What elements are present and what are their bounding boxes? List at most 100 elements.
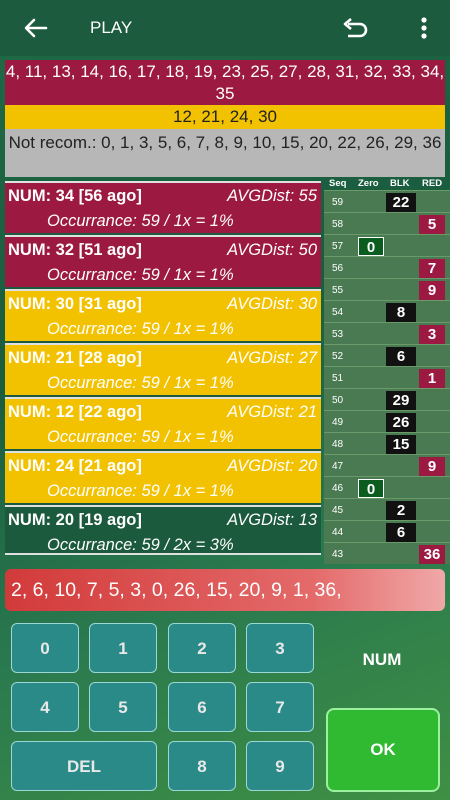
card-avg-dist: AVGDist: 21 xyxy=(227,403,317,421)
key-5[interactable]: 5 xyxy=(89,682,157,732)
table-row: 57 0 xyxy=(324,234,450,256)
row-black-cell: 26 xyxy=(386,413,416,432)
col-header-red: RED xyxy=(422,178,443,189)
row-seq: 43 xyxy=(332,549,344,560)
table-row: 51 1 xyxy=(324,366,450,388)
spin-history-table[interactable]: Seq Zero BLK RED 59 22 58 5 57 0 56 7 55 9 54 8 53 3 5… xyxy=(324,176,450,566)
key-0[interactable]: 0 xyxy=(11,623,79,673)
table-row: 47 9 xyxy=(324,454,450,476)
more-vert-icon[interactable] xyxy=(414,14,434,42)
table-row: 53 3 xyxy=(324,322,450,344)
card-num: - xyxy=(105,549,111,555)
arrow-left-icon[interactable] xyxy=(22,14,50,42)
table-row: 56 7 xyxy=(324,256,450,278)
card-avg-dist: AVGDist: 20 xyxy=(227,457,317,475)
page-title: PLAY xyxy=(90,18,133,37)
card-occurrence: Occurrance: 59 / 1x = 1% xyxy=(47,482,234,500)
row-black-cell: 6 xyxy=(386,523,416,542)
key-4[interactable]: 4 xyxy=(11,682,79,732)
card-occurrence: Occurrance: 59 / 1x = 1% xyxy=(47,374,234,392)
row-black-cell: 8 xyxy=(386,303,416,322)
key-2[interactable]: 2 xyxy=(168,623,236,673)
col-header-zero: Zero xyxy=(358,178,379,189)
row-seq: 50 xyxy=(332,395,344,406)
number-card: - xyxy=(5,549,321,555)
card-num: NUM: 34 [56 ago] xyxy=(8,187,142,205)
card-occurrence: Occurrance: 59 / 1x = 1% xyxy=(47,320,234,338)
card-num: NUM: 32 [51 ago] xyxy=(8,241,142,259)
row-seq: 46 xyxy=(332,483,344,494)
table-row: 50 29 xyxy=(324,388,450,410)
num-input-display: NUM xyxy=(362,650,402,669)
table-row: 44 6 xyxy=(324,520,450,542)
row-black-cell: 2 xyxy=(386,501,416,520)
row-seq: 56 xyxy=(332,263,344,274)
row-red-cell: 5 xyxy=(419,215,445,234)
card-occurrence: Occurrance: 59 / 1x = 1% xyxy=(47,266,234,284)
row-red-cell: 1 xyxy=(419,369,445,388)
card-avg-dist: AVGDist: 55 xyxy=(227,187,317,205)
table-row: 49 26 xyxy=(324,410,450,432)
row-black-cell: 22 xyxy=(386,193,416,212)
recent-numbers-strip[interactable]: 2, 6, 10, 7, 5, 3, 0, 26, 15, 20, 9, 1, … xyxy=(5,569,445,611)
row-seq: 58 xyxy=(332,219,344,230)
card-avg-dist: AVGDist: 50 xyxy=(227,241,317,259)
number-card: NUM: 30 [31 ago] AVGDist: 30 Occurrance:… xyxy=(5,289,321,341)
card-num: NUM: 21 [28 ago] xyxy=(8,349,142,367)
key-6[interactable]: 6 xyxy=(168,682,236,732)
card-num: NUM: 20 [19 ago] xyxy=(8,511,142,529)
row-zero-cell: 0 xyxy=(358,479,384,498)
row-red-cell: 7 xyxy=(419,259,445,278)
card-avg-dist: AVGDist: 30 xyxy=(227,295,317,313)
row-red-cell: 9 xyxy=(419,457,445,476)
row-red-cell: 36 xyxy=(419,545,445,564)
number-card: NUM: 24 [21 ago] AVGDist: 20 Occurrance:… xyxy=(5,451,321,503)
row-black-cell: 6 xyxy=(386,347,416,366)
row-black-cell: 29 xyxy=(386,391,416,410)
delete-button[interactable]: DEL xyxy=(11,741,157,791)
card-occurrence: Occurrance: 59 / 1x = 1% xyxy=(47,212,234,230)
key-3[interactable]: 3 xyxy=(246,623,314,673)
table-row: 58 5 xyxy=(324,212,450,234)
row-seq: 53 xyxy=(332,329,344,340)
row-seq: 55 xyxy=(332,285,344,296)
row-red-cell: 9 xyxy=(419,281,445,300)
undo-icon[interactable] xyxy=(340,14,370,42)
number-card: NUM: 34 [56 ago] AVGDist: 55 Occurrance:… xyxy=(5,181,321,233)
ok-button[interactable]: OK xyxy=(326,708,440,792)
number-cards-list[interactable]: NUM: 34 [56 ago] AVGDist: 55 Occurrance:… xyxy=(5,181,321,555)
card-occurrence: Occurrance: 59 / 1x = 1% xyxy=(47,428,234,446)
card-avg-dist: AVGDist: 13 xyxy=(227,511,317,529)
row-seq: 45 xyxy=(332,505,344,516)
recommended-yellow-band: 12, 21, 24, 30 xyxy=(5,105,445,129)
row-seq: 47 xyxy=(332,461,344,472)
number-card: NUM: 32 [51 ago] AVGDist: 50 Occurrance:… xyxy=(5,235,321,287)
number-card: NUM: 21 [28 ago] AVGDist: 27 Occurrance:… xyxy=(5,343,321,395)
row-seq: 48 xyxy=(332,439,344,450)
row-seq: 52 xyxy=(332,351,344,362)
key-1[interactable]: 1 xyxy=(89,623,157,673)
card-num: NUM: 12 [22 ago] xyxy=(8,403,142,421)
card-num: NUM: 30 [31 ago] xyxy=(8,295,142,313)
row-seq: 59 xyxy=(332,197,344,208)
table-row: 54 8 xyxy=(324,300,450,322)
recommended-red-band: 4, 11, 13, 14, 16, 17, 18, 19, 23, 25, 2… xyxy=(5,60,445,105)
row-zero-cell: 0 xyxy=(358,237,384,256)
top-app-bar: PLAY xyxy=(0,0,450,56)
number-card: NUM: 20 [19 ago] AVGDist: 13 Occurrance:… xyxy=(5,505,321,555)
table-row: 45 2 xyxy=(324,498,450,520)
key-7[interactable]: 7 xyxy=(246,682,314,732)
table-header: Seq Zero BLK RED xyxy=(324,176,450,191)
table-row: 59 22 xyxy=(324,190,450,212)
col-header-seq: Seq xyxy=(329,178,347,189)
number-card: NUM: 12 [22 ago] AVGDist: 21 Occurrance:… xyxy=(5,397,321,449)
col-header-blk: BLK xyxy=(390,178,410,189)
row-red-cell: 3 xyxy=(419,325,445,344)
row-seq: 44 xyxy=(332,527,344,538)
table-row: 55 9 xyxy=(324,278,450,300)
table-row: 46 0 xyxy=(324,476,450,498)
key-8[interactable]: 8 xyxy=(168,741,236,791)
row-seq: 49 xyxy=(332,417,344,428)
row-seq: 57 xyxy=(332,241,344,252)
key-9[interactable]: 9 xyxy=(246,741,314,791)
